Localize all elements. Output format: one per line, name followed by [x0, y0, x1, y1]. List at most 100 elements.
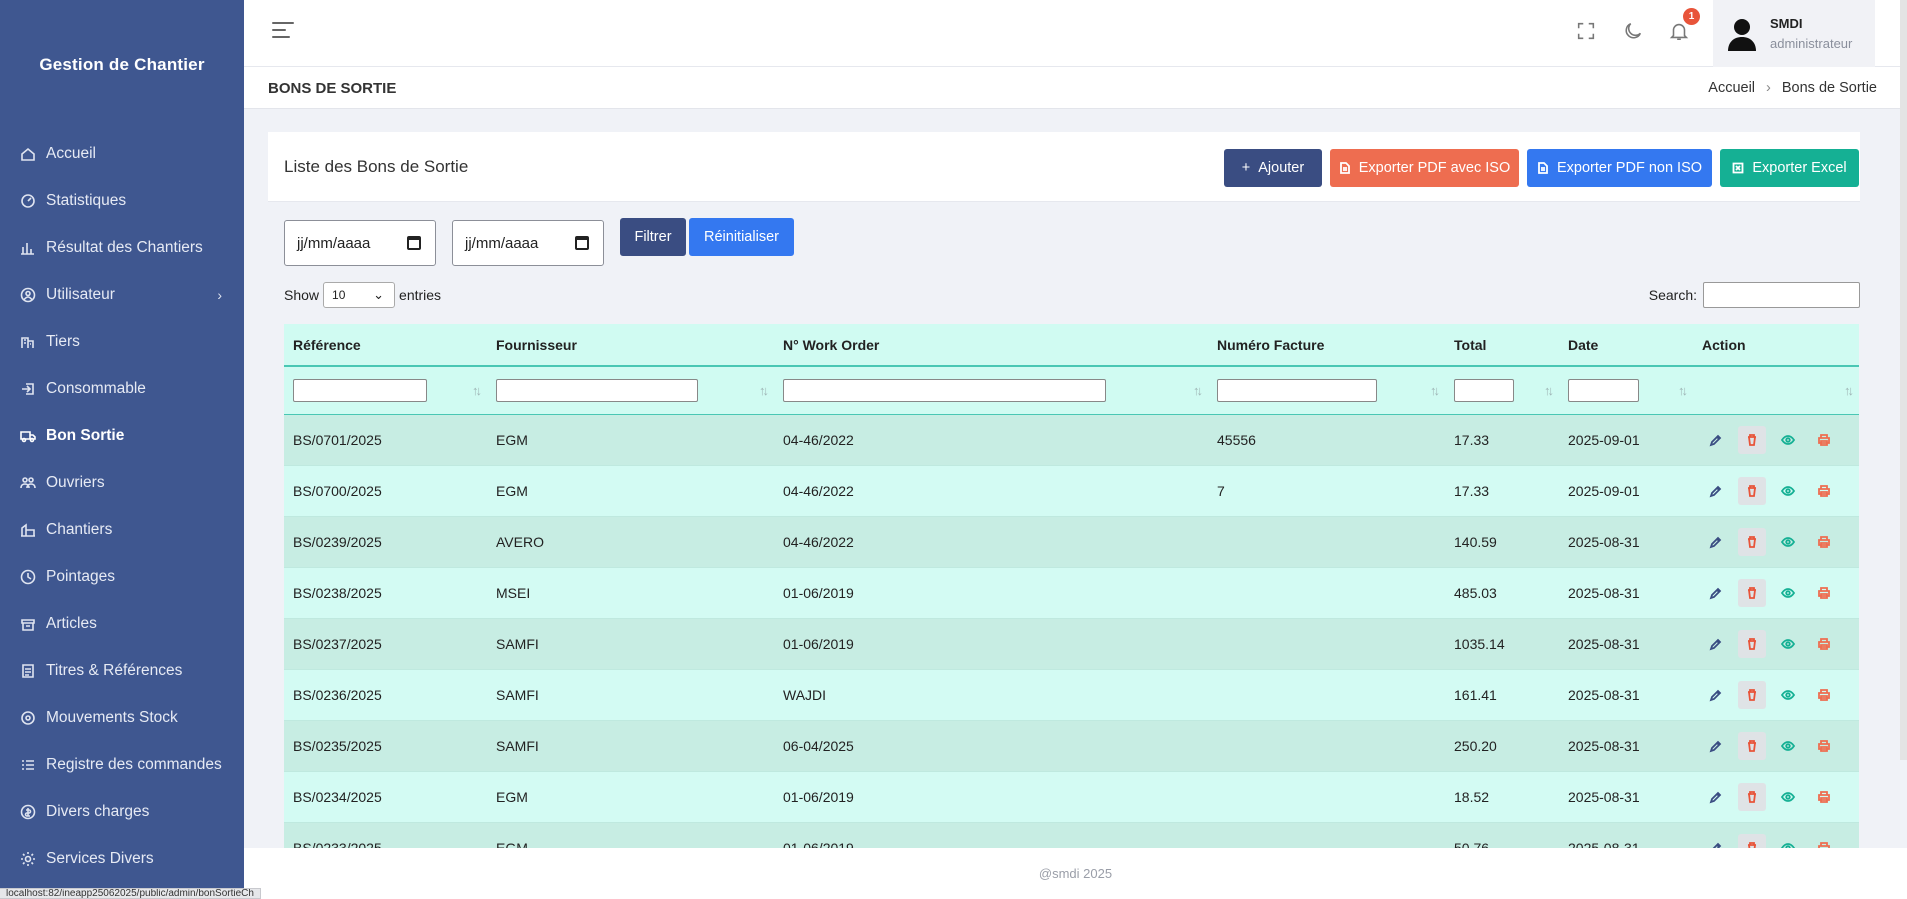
date-from-input[interactable]: jj/mm/aaaa — [284, 220, 436, 266]
delete-icon[interactable] — [1738, 783, 1766, 811]
sort-icon[interactable]: ↑↓ — [1844, 383, 1854, 398]
page-scrollbar[interactable] — [1900, 0, 1907, 760]
export-pdf-non-iso-button[interactable]: Exporter PDF non ISO — [1527, 149, 1712, 187]
delete-icon[interactable] — [1738, 630, 1766, 658]
column-filter-input[interactable] — [783, 379, 1106, 402]
view-icon[interactable] — [1774, 630, 1802, 658]
sidebar-item-mouvements-stock[interactable]: Mouvements Stock — [0, 694, 244, 741]
print-icon[interactable] — [1810, 477, 1838, 505]
column-filter-input[interactable] — [1568, 379, 1639, 402]
sidebar-item-registre-des-commandes[interactable]: Registre des commandes — [0, 741, 244, 788]
edit-icon[interactable] — [1702, 783, 1730, 811]
export-excel-button[interactable]: Exporter Excel — [1720, 149, 1859, 187]
print-icon[interactable] — [1810, 528, 1838, 556]
sidebar-item-bon-sortie[interactable]: Bon Sortie — [0, 412, 244, 459]
sidebar-item-resultat-des-chantiers[interactable]: Résultat des Chantiers — [0, 224, 244, 271]
print-icon[interactable] — [1810, 783, 1838, 811]
print-icon[interactable] — [1810, 630, 1838, 658]
delete-icon[interactable] — [1738, 732, 1766, 760]
sort-icon[interactable]: ↑↓ — [1193, 383, 1203, 398]
filter-button[interactable]: Filtrer — [620, 218, 686, 256]
add-button[interactable]: + Ajouter — [1224, 149, 1322, 187]
edit-icon[interactable] — [1702, 528, 1730, 556]
delete-icon[interactable] — [1738, 426, 1766, 454]
sidebar-item-pointages[interactable]: Pointages — [0, 553, 244, 600]
user-menu[interactable]: SMDI administrateur — [1713, 0, 1875, 67]
search-input[interactable] — [1703, 282, 1860, 308]
search-label: Search: — [1648, 287, 1697, 303]
print-icon[interactable] — [1810, 579, 1838, 607]
sidebar-item-articles[interactable]: Articles — [0, 600, 244, 647]
sidebar-item-tiers[interactable]: Tiers — [0, 318, 244, 365]
sort-icon[interactable]: ↑↓ — [1544, 383, 1554, 398]
view-icon[interactable] — [1774, 477, 1802, 505]
edit-icon[interactable] — [1702, 579, 1730, 607]
row-actions — [1693, 568, 1859, 618]
view-icon[interactable] — [1774, 528, 1802, 556]
menu-toggle-icon[interactable] — [272, 22, 294, 40]
sidebar-item-consommable[interactable]: Consommable — [0, 365, 244, 412]
delete-icon[interactable] — [1738, 681, 1766, 709]
calendar-icon[interactable] — [575, 236, 589, 250]
date-to-input[interactable]: jj/mm/aaaa — [452, 220, 604, 266]
print-icon[interactable] — [1810, 681, 1838, 709]
delete-icon[interactable] — [1738, 477, 1766, 505]
sidebar-item-chantiers[interactable]: Chantiers — [0, 506, 244, 553]
sidebar-item-utilisateur[interactable]: Utilisateur › — [0, 271, 244, 318]
sort-icon[interactable]: ↑↓ — [759, 383, 769, 398]
breadcrumb-home-link[interactable]: Accueil — [1708, 80, 1755, 96]
delete-icon[interactable] — [1738, 528, 1766, 556]
table-cell: 250.20 — [1454, 738, 1497, 754]
view-icon[interactable] — [1774, 783, 1802, 811]
print-icon[interactable] — [1810, 732, 1838, 760]
fullscreen-icon[interactable] — [1575, 20, 1599, 44]
sidebar-item-label: Consommable — [46, 379, 146, 397]
view-icon[interactable] — [1774, 579, 1802, 607]
sidebar: Gestion de Chantier Accueil Statistiques R… — [0, 0, 244, 899]
edit-icon[interactable] — [1702, 732, 1730, 760]
reset-button[interactable]: Réinitialiser — [689, 218, 794, 256]
notification-bell-icon[interactable]: 1 — [1668, 8, 1700, 44]
column-filter-input[interactable] — [1217, 379, 1377, 402]
sidebar-item-label: Services Divers — [46, 849, 154, 867]
view-icon[interactable] — [1774, 426, 1802, 454]
table-cell: 2025-08-31 — [1568, 687, 1640, 703]
column-header[interactable]: Action — [1693, 324, 1859, 365]
export-pdf-iso-button[interactable]: Exporter PDF avec ISO — [1330, 149, 1519, 187]
file-pdf-icon — [1538, 162, 1548, 174]
delete-icon[interactable] — [1738, 579, 1766, 607]
calendar-icon[interactable] — [407, 236, 421, 250]
file-pdf-icon — [1339, 162, 1350, 174]
column-header[interactable]: Date — [1559, 324, 1693, 365]
column-header[interactable]: Total — [1445, 324, 1559, 365]
column-header[interactable]: Numéro Facture — [1208, 324, 1445, 365]
view-icon[interactable] — [1774, 732, 1802, 760]
entries-select[interactable]: 10 ⌄ — [323, 282, 396, 308]
sidebar-item-ouvriers[interactable]: Ouvriers — [0, 459, 244, 506]
sort-icon[interactable]: ↑↓ — [1678, 383, 1688, 398]
sidebar-item-services-divers[interactable]: Services Divers — [0, 835, 244, 882]
edit-icon[interactable] — [1702, 681, 1730, 709]
edit-icon[interactable] — [1702, 426, 1730, 454]
sidebar-item-divers-charges[interactable]: Divers charges — [0, 788, 244, 835]
date-from-placeholder: jj/mm/aaaa — [297, 234, 371, 252]
gear-icon — [19, 850, 37, 868]
sort-icon[interactable]: ↑↓ — [472, 383, 482, 398]
column-filter-input[interactable] — [293, 379, 427, 402]
row-actions — [1693, 517, 1859, 567]
edit-icon[interactable] — [1702, 630, 1730, 658]
breadcrumb: Accueil › Bons de Sortie — [1708, 80, 1877, 96]
print-icon[interactable] — [1810, 426, 1838, 454]
column-filter-input[interactable] — [496, 379, 698, 402]
edit-icon[interactable] — [1702, 477, 1730, 505]
column-header[interactable]: Fournisseur — [487, 324, 774, 365]
dark-mode-icon[interactable] — [1622, 20, 1646, 44]
sidebar-item-titres-references[interactable]: Titres & Références — [0, 647, 244, 694]
sidebar-item-statistiques[interactable]: Statistiques — [0, 177, 244, 224]
column-filter-input[interactable] — [1454, 379, 1514, 402]
sort-icon[interactable]: ↑↓ — [1430, 383, 1440, 398]
column-header[interactable]: Référence — [284, 324, 487, 365]
sidebar-item-accueil[interactable]: Accueil — [0, 130, 244, 177]
view-icon[interactable] — [1774, 681, 1802, 709]
column-header[interactable]: N° Work Order — [774, 324, 1208, 365]
